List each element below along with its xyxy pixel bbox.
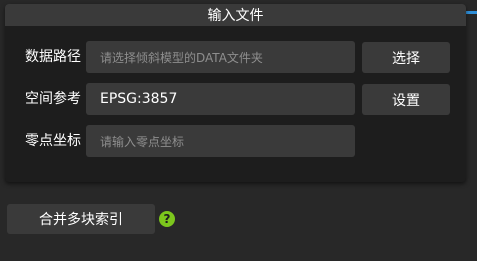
settings-button[interactable]: 设置 <box>362 84 450 115</box>
help-icon[interactable]: ? <box>159 211 175 227</box>
spatial-reference-input[interactable]: EPSG:3857 <box>86 83 355 115</box>
select-button[interactable]: 选择 <box>362 42 450 73</box>
top-accent-bar <box>466 11 477 14</box>
data-path-input[interactable]: 请选择倾斜模型的DATA文件夹 <box>86 41 355 73</box>
origin-coordinate-label: 零点坐标 <box>25 133 81 149</box>
panel-title: 输入文件 <box>5 4 466 26</box>
origin-coordinate-input[interactable]: 请输入零点坐标 <box>86 125 355 157</box>
merge-index-button[interactable]: 合并多块索引 <box>7 204 155 234</box>
data-path-label: 数据路径 <box>25 49 81 65</box>
spatial-reference-label: 空间参考 <box>25 91 81 107</box>
input-file-panel: 输入文件 数据路径 请选择倾斜模型的DATA文件夹 选择 空间参考 EPSG:3… <box>5 4 466 182</box>
